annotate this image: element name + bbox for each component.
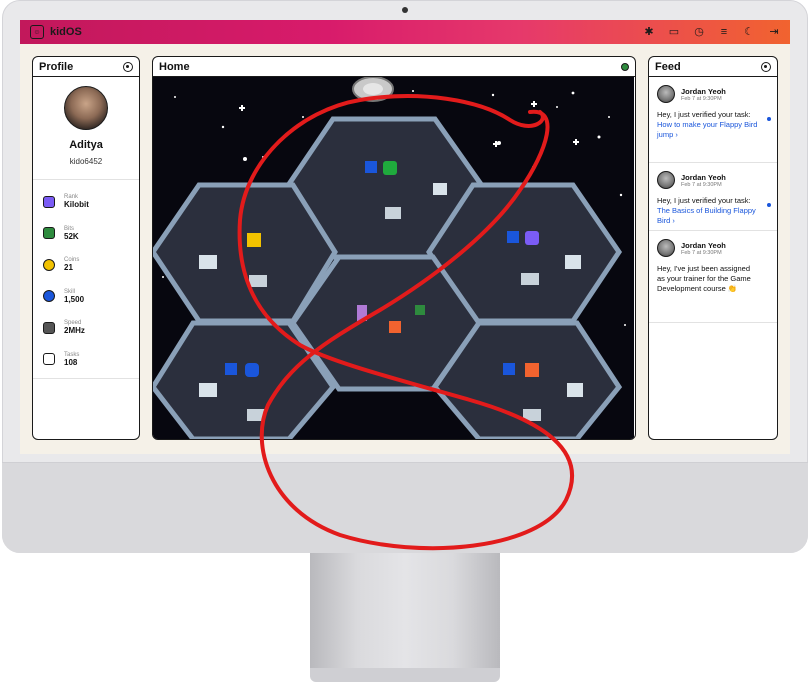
red-annotation-overlay (237, 94, 574, 551)
desktop-stage: ☺ kidOS ✱ ▭ ◷ ≡ ☾ ⇥ Profile Aditya kido6… (0, 0, 810, 684)
red-scribble (237, 94, 574, 551)
